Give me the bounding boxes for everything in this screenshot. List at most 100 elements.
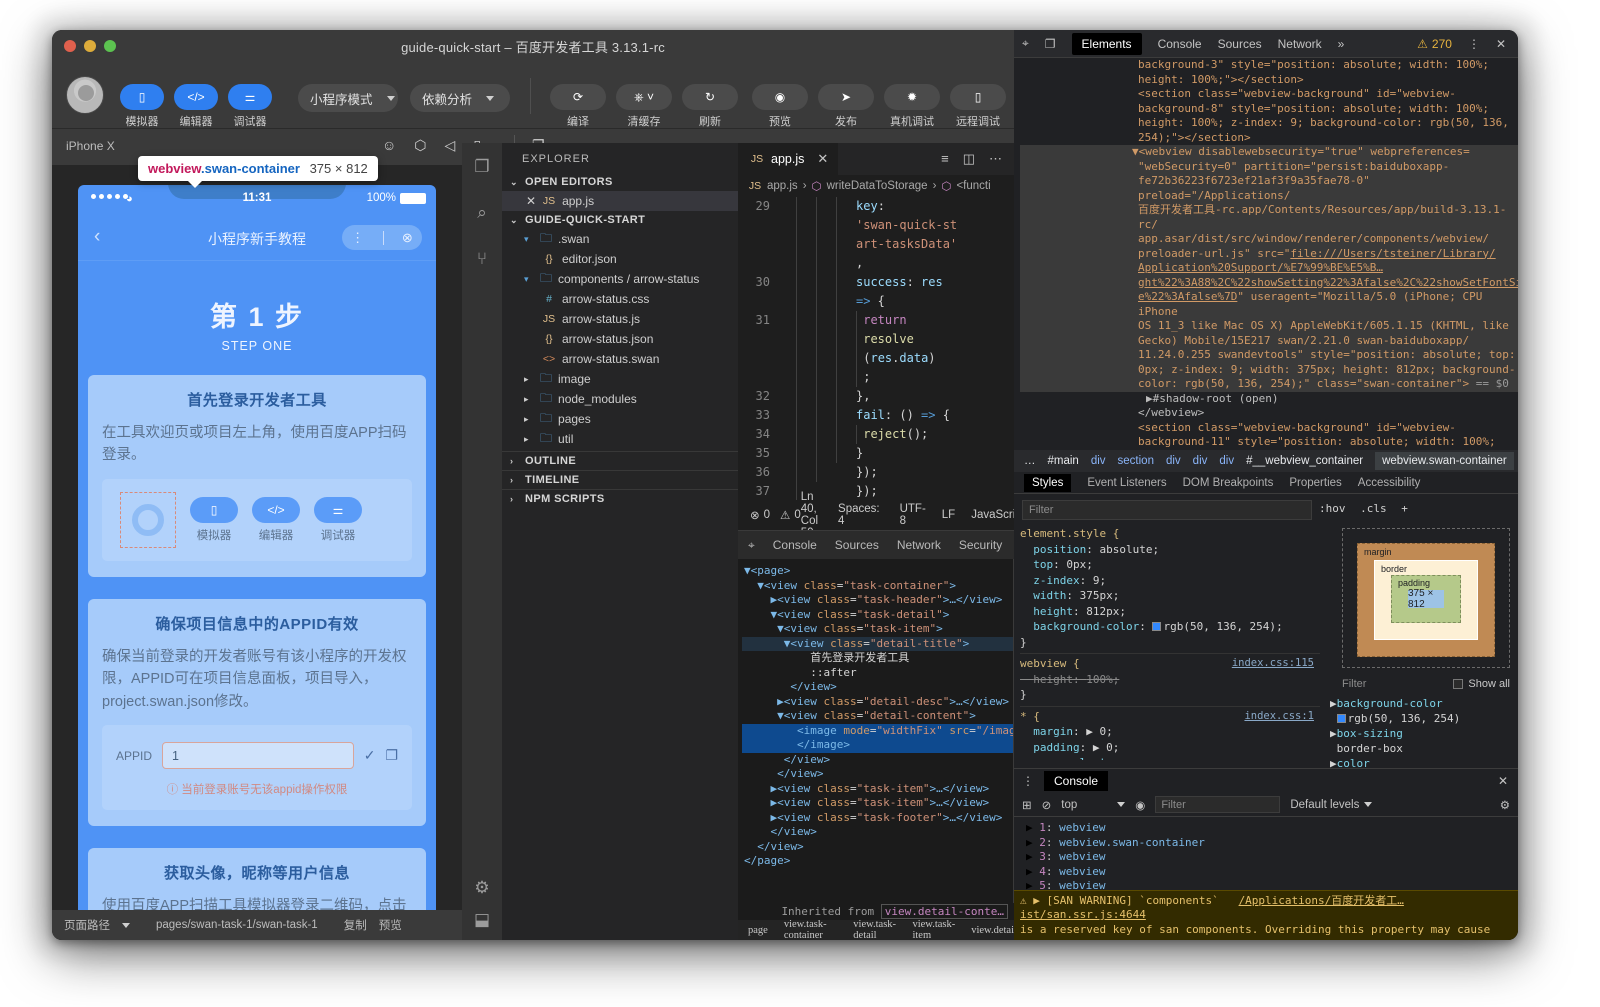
computed-properties[interactable]: ▶background-color rgb(50, 136, 254) ▶box… bbox=[1330, 696, 1510, 771]
dom-line[interactable]: </view> bbox=[742, 680, 1013, 695]
dom-line[interactable]: ▶<view class="task-header">…</view> bbox=[742, 593, 1013, 608]
tab-sources[interactable]: Sources bbox=[1218, 37, 1262, 51]
css-rule[interactable]: element.style { position: absolute; top:… bbox=[1020, 524, 1320, 654]
box-model-diagram[interactable]: margin border padding 375 × 812 bbox=[1342, 528, 1510, 668]
open-editor-app-js[interactable]: ✕ JS app.js bbox=[502, 191, 738, 211]
clear-icon[interactable]: ⊘ bbox=[1042, 798, 1052, 812]
tree-item-image[interactable]: ▸ 🗀 image bbox=[502, 369, 738, 389]
copy-path-button[interactable]: 复制 bbox=[344, 917, 367, 933]
phone-capsule-button[interactable]: ⋮ ⊗ bbox=[342, 225, 422, 250]
crumb-item[interactable]: div bbox=[1219, 455, 1234, 467]
dom-line[interactable]: </view> bbox=[742, 753, 1013, 768]
dom-line[interactable]: ▶<view class="task-footer">…</view> bbox=[742, 811, 1013, 826]
dom-line[interactable]: </view> bbox=[742, 825, 1013, 840]
tab-accessibility[interactable]: Accessibility bbox=[1358, 477, 1421, 489]
dom-line[interactable]: height: 100%;"></section> bbox=[1020, 73, 1518, 88]
indent-setting[interactable]: Spaces: 4 bbox=[838, 503, 880, 527]
dom-line-image-close[interactable]: </image> bbox=[742, 738, 1013, 753]
css-prop[interactable]: z-index bbox=[1033, 574, 1079, 587]
tab-network[interactable]: Network bbox=[1278, 37, 1322, 51]
person-icon[interactable]: ☺ bbox=[382, 137, 396, 154]
inspect-icon[interactable]: ⌖ bbox=[1022, 36, 1029, 51]
context-select[interactable]: top bbox=[1061, 799, 1125, 811]
dom-line[interactable]: ▶<view class="task-item">…</view> bbox=[742, 782, 1013, 797]
kebab-menu-icon[interactable]: ⋮ bbox=[1022, 774, 1034, 788]
eye-icon[interactable]: ◉ bbox=[1135, 798, 1145, 812]
elements-tree[interactable]: background-3" style="position: absolute;… bbox=[1014, 58, 1518, 450]
css-prop[interactable]: height bbox=[1033, 673, 1073, 686]
crumb-item[interactable]: view.task-item bbox=[912, 919, 955, 940]
checkbox-icon[interactable] bbox=[1453, 679, 1463, 689]
show-all-toggle[interactable]: Show all bbox=[1453, 678, 1510, 690]
tree-item-editor-json[interactable]: {} editor.json bbox=[502, 249, 738, 269]
bottom-panel-icon[interactable]: ⬓ bbox=[474, 910, 490, 930]
tree-item-util[interactable]: ▸ 🗀 util bbox=[502, 429, 738, 449]
dom-line[interactable]: 254);"></section> bbox=[1020, 131, 1518, 146]
crumb-item[interactable]: view.task-detail bbox=[853, 919, 896, 940]
dom-line[interactable]: ▼<page> bbox=[742, 564, 1013, 579]
toolbar-action-publish[interactable]: ➤ 发布 bbox=[818, 84, 874, 129]
css-value[interactable]: 0px bbox=[1066, 558, 1086, 571]
tree-item-arrow-status-js[interactable]: JS arrow-status.js bbox=[502, 309, 738, 329]
toolbar-button-simulator[interactable]: ▯ 模拟器 bbox=[120, 84, 164, 129]
mode-select[interactable]: 小程序模式 bbox=[298, 84, 398, 112]
explorer-section-project[interactable]: ⌄ GUIDE-QUICK-START bbox=[502, 211, 738, 229]
dom-line-image-selected[interactable]: <image mode="widthFix" src="/image/1-1.p… bbox=[742, 724, 1013, 739]
explorer-section-open-editors[interactable]: ⌄ OPEN EDITORS bbox=[502, 173, 738, 191]
toolbar-action-refresh[interactable]: ↻ 刷新 bbox=[682, 84, 738, 129]
source-control-icon[interactable]: ⑂ bbox=[477, 249, 487, 269]
dom-line[interactable]: ▼<view class="task-item"> bbox=[742, 622, 1013, 637]
tree-item-arrow-status-swan[interactable]: <> arrow-status.swan bbox=[502, 349, 738, 369]
tab-styles[interactable]: Styles bbox=[1024, 474, 1071, 492]
editor-actions[interactable]: ≡ ◫ ⋯ bbox=[941, 151, 1014, 167]
crumb-item[interactable]: #__webview_container bbox=[1246, 455, 1363, 467]
computed-filter-input[interactable]: Filter bbox=[1342, 678, 1366, 690]
close-icon[interactable]: ✕ bbox=[817, 151, 828, 167]
styles-rules[interactable]: element.style { position: absolute; top:… bbox=[1020, 524, 1320, 760]
editor-tab-app-js[interactable]: JS app.js ✕ bbox=[738, 143, 838, 175]
tree-item-arrow-status-css[interactable]: # arrow-status.css bbox=[502, 289, 738, 309]
rule-source-link[interactable]: index.css:115 bbox=[1232, 656, 1314, 672]
crumb-item[interactable]: view.task-container bbox=[784, 919, 837, 940]
dom-line[interactable]: </view> bbox=[742, 767, 1013, 782]
css-rule[interactable]: index.css:1 * { margin: ▶ 0; padding: ▶ … bbox=[1020, 707, 1320, 761]
dom-line[interactable]: <section class="webview-background" id="… bbox=[1020, 421, 1518, 436]
css-value[interactable]: ▶ 0 bbox=[1086, 725, 1106, 738]
breadcrumb-item[interactable]: <functi bbox=[956, 180, 990, 192]
dom-line[interactable]: ▼<view class="detail-content"> bbox=[742, 709, 1013, 724]
swan-dom-tree[interactable]: ▼<page> ▼<view class="task-container"> ▶… bbox=[738, 559, 1013, 920]
dom-line[interactable]: </page> bbox=[742, 854, 1013, 869]
css-value[interactable]: rgb(50, 136, 254) bbox=[1163, 620, 1276, 633]
gear-icon[interactable]: ⚙ bbox=[474, 878, 489, 898]
dom-line[interactable]: </webview> bbox=[1020, 406, 1518, 421]
preview-path-button[interactable]: 预览 bbox=[379, 917, 402, 933]
styles-filter-input[interactable]: Filter bbox=[1022, 500, 1312, 520]
tree-item-arrow-status-json[interactable]: {} arrow-status.json bbox=[502, 329, 738, 349]
eol-setting[interactable]: LF bbox=[942, 509, 955, 521]
device-name[interactable]: iPhone X bbox=[66, 139, 115, 153]
css-prop[interactable]: margin bbox=[1033, 725, 1073, 738]
tree-item-node-modules[interactable]: ▸ 🗀 node_modules bbox=[502, 389, 738, 409]
log-levels-select[interactable]: Default levels bbox=[1290, 799, 1372, 811]
css-value[interactable]: 375px bbox=[1080, 589, 1113, 602]
tree-item-pages[interactable]: ▸ 🗀 pages bbox=[502, 409, 738, 429]
dom-line-shadow-root[interactable]: ▶#shadow-root (open) bbox=[1020, 392, 1518, 407]
rule-source-link[interactable]: index.css:1 bbox=[1244, 709, 1314, 725]
css-value[interactable]: 812px bbox=[1086, 605, 1119, 618]
avatar[interactable] bbox=[66, 76, 104, 114]
toolbar-action-compile[interactable]: ⟳ 编译 bbox=[550, 84, 606, 129]
breadcrumb-item[interactable]: app.js bbox=[767, 180, 798, 192]
explorer-section-timeline[interactable]: › TIMELINE bbox=[502, 470, 738, 489]
css-value[interactable]: ▶ 0 bbox=[1093, 741, 1113, 754]
console-warning[interactable]: ⚠ ▶ [SAN WARNING] `components` /Applicat… bbox=[1014, 890, 1518, 941]
copy-icon[interactable]: ❐ bbox=[385, 747, 398, 764]
analysis-select[interactable]: 依赖分析 bbox=[410, 84, 510, 112]
dom-line[interactable]: ::after bbox=[742, 666, 1013, 681]
files-icon[interactable]: ❐ bbox=[474, 157, 489, 177]
console-entry[interactable]: ▶ 1: webview bbox=[1026, 821, 1518, 836]
close-icon[interactable]: ✕ bbox=[1496, 37, 1510, 51]
dom-line[interactable]: ▼<view class="task-detail"> bbox=[742, 608, 1013, 623]
css-value[interactable]: 9 bbox=[1093, 574, 1100, 587]
close-icon[interactable]: ✕ bbox=[1498, 774, 1518, 788]
color-swatch[interactable] bbox=[1337, 714, 1346, 723]
